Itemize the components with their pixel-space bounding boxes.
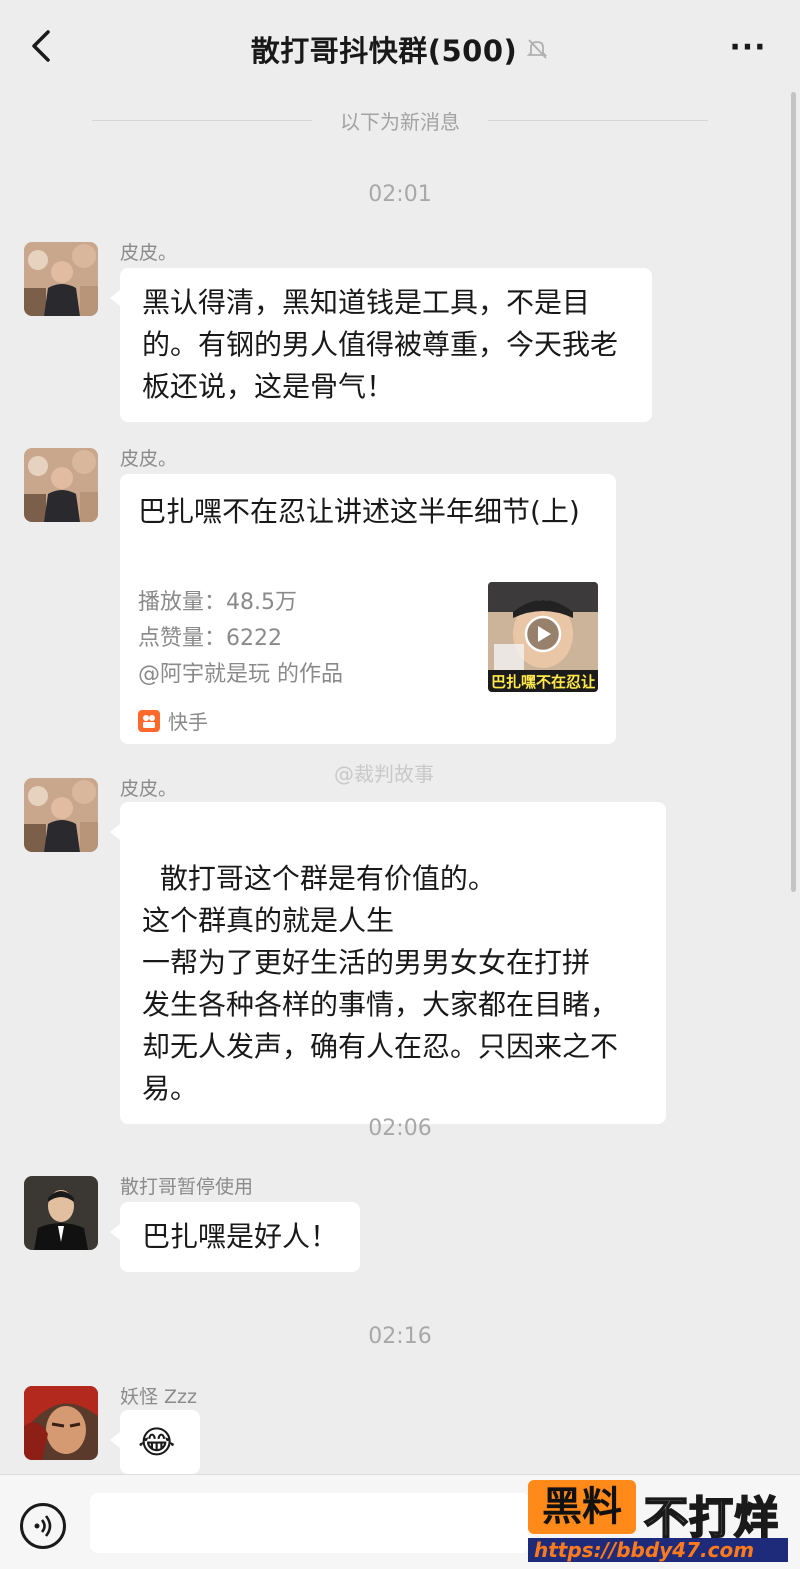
card-likes: 点赞量：6222 xyxy=(138,626,282,651)
source-label: 快手 xyxy=(168,710,208,734)
kuaishou-icon xyxy=(138,709,160,732)
thumbnail-caption: 巴扎嘿不在忍让 xyxy=(491,673,595,691)
card-source: 快手 xyxy=(138,706,208,735)
watermark: @裁判故事 xyxy=(334,762,434,786)
sender-name: 皮皮。 xyxy=(120,448,178,470)
video-share-card[interactable]: 巴扎嘿不在忍让讲述这半年细节(上) 播放量：48.5万 点赞量：6222 @阿宇… xyxy=(120,474,616,744)
sender-name: 散打哥暂停使用 xyxy=(120,1176,254,1198)
divider-line-right xyxy=(488,120,708,121)
message-text: 黑认得清，黑知道钱是工具，不是目的。有钢的男人值得被尊重，今天我老板还说，这是骨… xyxy=(142,286,619,403)
brand-slogan: 不打烊 xyxy=(643,1492,779,1545)
laughing-emoji-icon: 😂 xyxy=(138,1423,176,1461)
emoji-bubble[interactable]: 😂 xyxy=(110,1410,200,1474)
avatar[interactable] xyxy=(24,1386,98,1460)
avatar[interactable] xyxy=(24,778,98,852)
brand-logo-box: 黑料 xyxy=(528,1480,636,1534)
message-bubble[interactable]: 巴扎嘿是好人！ xyxy=(109,1202,361,1272)
avatar[interactable] xyxy=(24,242,98,316)
chat-title[interactable]: 散打哥抖快群(500) xyxy=(251,28,518,70)
message-input[interactable] xyxy=(90,1493,530,1553)
brand-watermark: 黑料 不打烊 https://bbdy47.com xyxy=(528,1480,788,1562)
chat-header: 散打哥抖快群(500) ··· xyxy=(0,0,800,92)
sender-name: 皮皮。 xyxy=(120,778,178,800)
sender-name: 妖怪 Zzz xyxy=(120,1386,198,1408)
new-messages-label: 以下为新消息 xyxy=(340,110,460,134)
timestamp: 02:01 xyxy=(368,182,432,207)
avatar[interactable] xyxy=(24,448,98,522)
timestamp: 02:16 xyxy=(368,1324,432,1349)
card-title: 巴扎嘿不在忍让讲述这半年细节(上) xyxy=(138,495,580,528)
card-views: 播放量：48.5万 xyxy=(138,590,297,615)
timestamp: 02:06 xyxy=(368,1116,432,1141)
more-icon[interactable]: ··· xyxy=(728,30,768,65)
message-text: 散打哥这个群是有价值的。 这个群真的就是人生 一帮为了更好生活的男男女女在打拼 … xyxy=(142,862,619,1105)
brand-url: https://bbdy47.com xyxy=(528,1538,788,1562)
avatar[interactable] xyxy=(24,1176,98,1250)
new-messages-divider: 以下为新消息 xyxy=(0,106,800,135)
sender-name: 皮皮。 xyxy=(120,242,178,264)
mute-bell-icon xyxy=(527,39,548,59)
message-text: 巴扎嘿是好人！ xyxy=(142,1220,339,1253)
message-bubble[interactable]: 散打哥这个群是有价值的。 这个群真的就是人生 一帮为了更好生活的男男女女在打拼 … xyxy=(110,802,666,1124)
message-bubble[interactable]: 黑认得清，黑知道钱是工具，不是目的。有钢的男人值得被尊重，今天我老板还说，这是骨… xyxy=(110,268,652,422)
voice-icon[interactable] xyxy=(20,1503,66,1549)
scrollbar[interactable] xyxy=(791,92,796,892)
card-author: @阿宇就是玩 的作品 xyxy=(138,662,343,687)
video-thumbnail[interactable]: 巴扎嘿不在忍让 xyxy=(488,582,598,692)
divider-line-left xyxy=(92,120,312,121)
chat-title-row: 散打哥抖快群(500) xyxy=(0,28,800,70)
